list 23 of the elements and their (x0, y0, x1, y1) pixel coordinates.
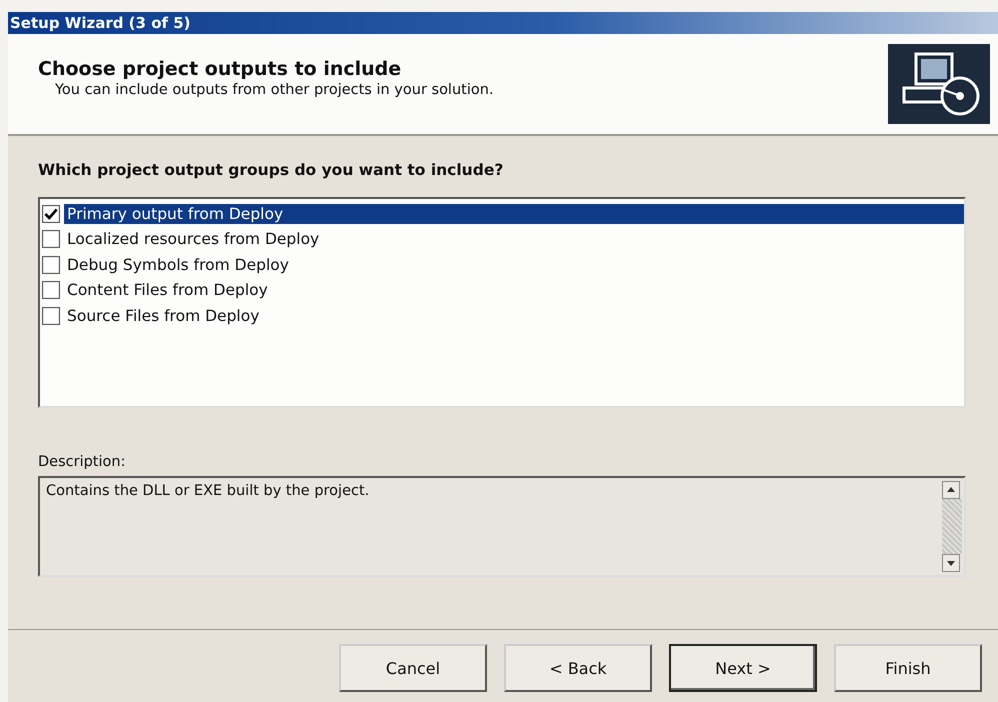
list-item[interactable]: Primary output from Deploy (64, 204, 964, 224)
scrollbar[interactable] (942, 478, 964, 575)
wizard-button[interactable]: Finish (834, 644, 982, 692)
wizard-button[interactable]: Next > (669, 644, 817, 692)
list-item[interactable]: Content Files from Deploy (64, 280, 271, 300)
list-item[interactable]: Source Files from Deploy (64, 306, 262, 326)
description-text: Contains the DLL or EXE built by the project. (45, 482, 370, 501)
page-subtitle: You can include outputs from other projects in your solution. (54, 82, 494, 98)
description-label: Description: (38, 454, 126, 470)
scroll-down-icon[interactable] (942, 554, 960, 572)
page-heading: Choose project outputs to include (38, 58, 402, 80)
wizard-button[interactable]: < Back (504, 644, 652, 692)
list-item[interactable]: Localized resources from Deploy (64, 229, 322, 250)
window-title: Setup Wizard (3 of 5) (10, 14, 191, 32)
scroll-up-icon[interactable] (942, 481, 960, 499)
checkbox[interactable] (42, 256, 60, 274)
list-item[interactable]: Debug Symbols from Deploy (64, 254, 292, 275)
checkbox[interactable] (42, 230, 60, 248)
checked-checkbox[interactable] (42, 204, 60, 223)
checkbox[interactable] (42, 281, 60, 300)
wizard-button[interactable]: Cancel (339, 644, 487, 692)
question-label: Which project output groups do you want to include? (38, 161, 504, 179)
checkbox[interactable] (42, 306, 60, 325)
